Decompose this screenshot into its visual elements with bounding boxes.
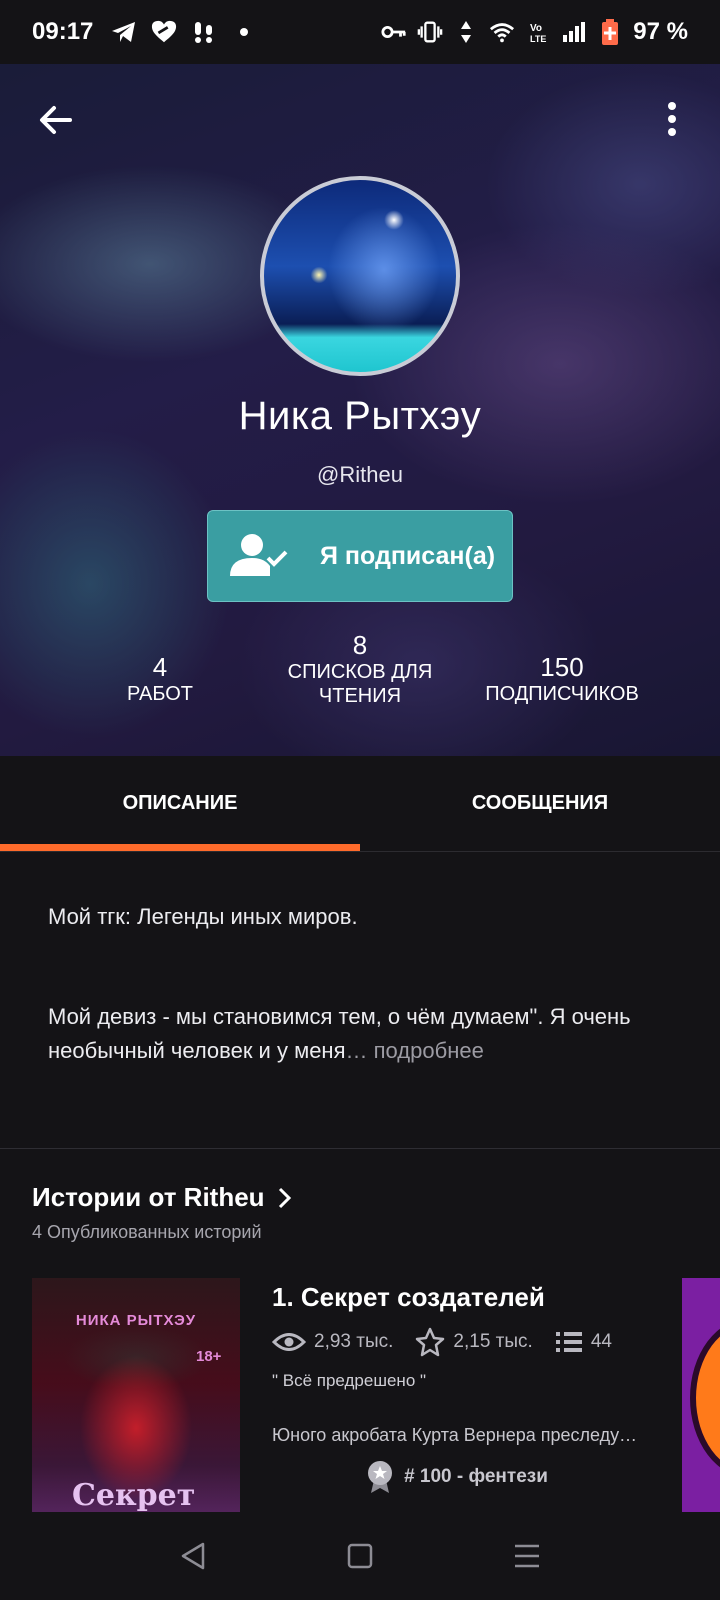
svg-text:Vo: Vo (530, 23, 542, 34)
description-ellipsis: … (345, 1038, 368, 1063)
arrow-left-icon (40, 106, 72, 134)
eye-icon (272, 1333, 306, 1351)
cover-age-rating: 18+ (196, 1348, 222, 1365)
telegram-icon (111, 19, 137, 45)
svg-text:LTE: LTE (530, 34, 546, 44)
story-rank-text: # 100 - фентези (404, 1466, 548, 1487)
stories-count: 4 Опубликованных историй (32, 1222, 262, 1242)
description-line-1: Мой тгк: Легенды иных миров. (48, 904, 358, 929)
star-icon (416, 1327, 445, 1357)
stories-title-text: Истории от Ritheu (32, 1182, 265, 1212)
profile-name: Ника Рытхэу (238, 394, 482, 438)
avatar[interactable] (260, 176, 460, 376)
stat-followers-label: ПОДПИСЧИКОВ (485, 683, 639, 705)
chevron-right-icon (278, 1187, 291, 1208)
profile-tabs: ОПИСАНИЕ СООБЩЕНИЯ (0, 756, 720, 852)
triangle-back-icon (182, 1542, 205, 1570)
menu-lines-icon (514, 1544, 539, 1568)
user-check-icon (228, 532, 298, 580)
stat-reading-lists-value: 8 (352, 630, 368, 660)
story-cover-next[interactable] (682, 1278, 720, 1512)
story-votes: 2,15 тыс. (415, 1327, 533, 1357)
battery-percent: 97 % (633, 18, 688, 45)
profile-description: Мой тгк: Легенды иных миров. Мой девиз -… (48, 900, 678, 1068)
stat-followers-value: 150 (540, 652, 584, 682)
notification-icon (191, 19, 217, 45)
read-more-link[interactable]: подробнее (374, 1038, 484, 1063)
story-parts-value: 44 (590, 1331, 612, 1352)
nav-home-button[interactable] (340, 1536, 380, 1576)
story-description: Юного акробата Курта Вернера преследует … (272, 1425, 642, 1445)
status-bar: 09:17 Vo LTE 97 % (0, 0, 720, 64)
story-rank: # 100 - фентези (272, 1460, 642, 1494)
square-home-icon (347, 1543, 373, 1569)
follow-button[interactable]: Я подписан(а) (207, 510, 513, 602)
story-tagline: " Всё предрешено " (272, 1371, 427, 1390)
story-cover[interactable]: НИКА РЫТХЭУ 18+ Секрет (32, 1278, 240, 1512)
stories-section-title[interactable]: Истории от Ritheu (32, 1182, 293, 1213)
nav-back-button[interactable] (173, 1536, 213, 1576)
profile-handle: @Ritheu (317, 462, 403, 487)
stat-works-value: 4 (152, 652, 168, 682)
nav-recents-button[interactable] (507, 1536, 547, 1576)
ranking-badge-icon (368, 1461, 393, 1493)
system-nav-bar (0, 1512, 720, 1600)
description-text: Мой девиз - мы становимся тем, о чём дум… (48, 1004, 631, 1063)
more-vertical-icon (668, 102, 676, 136)
cover-title-text: Секрет (72, 1478, 196, 1512)
signal-icon (561, 19, 587, 45)
stat-works-label: РАБОТ (126, 683, 193, 705)
story-stats: 2,93 тыс. 2,15 тыс. 44 (272, 1327, 652, 1357)
tab-messages[interactable]: СООБЩЕНИЯ (360, 756, 720, 851)
battery-icon (597, 19, 623, 45)
key-icon (381, 19, 407, 45)
wifi-icon (489, 19, 515, 45)
list-icon (555, 1332, 582, 1352)
volte-icon: Vo LTE (525, 19, 551, 45)
heart-icon (151, 19, 177, 45)
status-time: 09:17 (32, 18, 94, 45)
cover-author-text: НИКА РЫТХЭУ (75, 1312, 197, 1329)
data-arrows-icon (453, 19, 479, 45)
story-parts: 44 (555, 1330, 612, 1354)
description-line-2: Мой девиз - мы становимся тем, о чём дум… (48, 1000, 678, 1068)
story-title: 1. Секрет создателей (272, 1282, 545, 1312)
story-votes-value: 2,15 тыс. (453, 1331, 533, 1352)
profile-header: Ника Рытхэу @Ritheu Я подписан(а) 4 РАБО… (0, 64, 720, 756)
stat-works[interactable]: 4 РАБОТ (100, 652, 220, 706)
story-reads: 2,93 тыс. (272, 1331, 393, 1353)
stat-reading-lists-label: СПИСКОВ ДЛЯ ЧТЕНИЯ (287, 661, 433, 707)
story-card[interactable]: 1. Секрет создателей 2,93 тыс. 2,15 тыс.… (272, 1282, 652, 1494)
stat-reading-lists[interactable]: 8 СПИСКОВ ДЛЯ ЧТЕНИЯ (270, 630, 450, 708)
vibrate-icon (417, 19, 443, 45)
follow-button-label: Я подписан(а) (320, 541, 496, 570)
stat-followers[interactable]: 150 ПОДПИСЧИКОВ (472, 652, 652, 706)
divider (0, 1148, 720, 1149)
cover-graphic (690, 1318, 720, 1478)
back-button[interactable] (34, 98, 78, 142)
dot-icon (231, 19, 257, 45)
story-reads-value: 2,93 тыс. (314, 1331, 394, 1352)
tab-description[interactable]: ОПИСАНИЕ (0, 756, 360, 851)
more-options-button[interactable] (652, 98, 692, 142)
